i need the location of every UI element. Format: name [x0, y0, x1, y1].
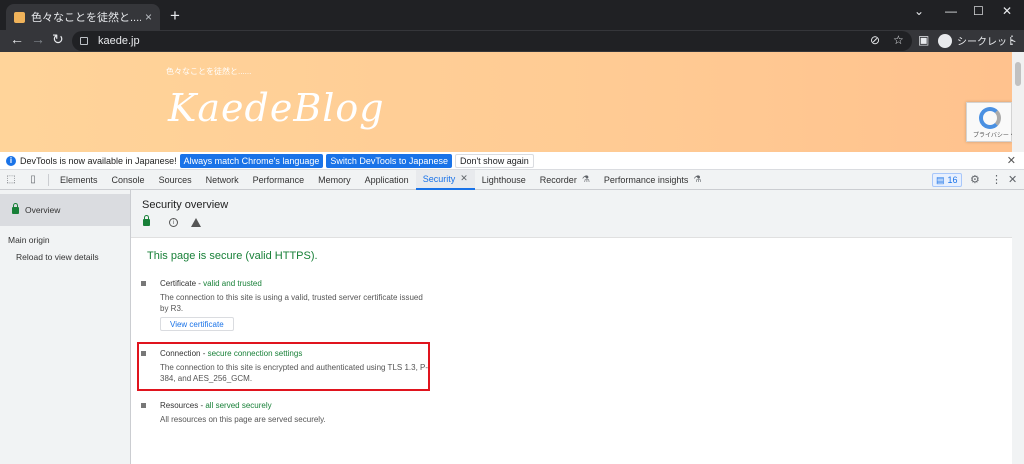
match-language-button[interactable]: Always match Chrome's language — [179, 153, 324, 168]
resources-title: Resources - all served securely — [160, 401, 272, 410]
connection-highlight-box — [137, 342, 430, 391]
window-close-icon[interactable]: ✕ — [1002, 4, 1012, 18]
tab-performance-insights-label: Performance insights — [603, 174, 689, 185]
eye-off-icon[interactable]: ⊘ — [870, 33, 880, 47]
main-origin-heading: Main origin — [8, 235, 50, 245]
sidebar-item-overview[interactable]: Overview — [0, 194, 130, 226]
switch-japanese-button[interactable]: Switch DevTools to Japanese — [326, 153, 452, 168]
device-toolbar-icon[interactable]: ▯ — [22, 170, 44, 190]
dont-show-again-button[interactable]: Don't show again — [454, 153, 534, 168]
site-favicon-icon — [14, 11, 25, 23]
tab-performance-insights[interactable]: Performance insights ⚗ — [597, 170, 709, 190]
url-text: kaede.jp — [98, 35, 140, 47]
reload-to-view-link[interactable]: Reload to view details — [16, 252, 99, 262]
minimize-icon[interactable]: — — [945, 4, 957, 18]
info-icon: i — [169, 218, 178, 227]
site-tagline: 色々なことを徒然と...... — [166, 67, 252, 76]
new-tab-button[interactable]: + — [170, 6, 180, 26]
incognito-icon — [938, 33, 952, 48]
bullet-icon — [141, 281, 146, 286]
scrollbar-thumb[interactable] — [1015, 62, 1021, 86]
page-scrollbar[interactable] — [1012, 52, 1024, 152]
certificate-status: valid and trusted — [203, 279, 262, 288]
reload-icon[interactable]: ↻ — [52, 31, 64, 48]
issues-count: 16 — [947, 175, 958, 185]
tab-memory[interactable]: Memory — [311, 170, 358, 190]
infobar-message: DevTools is now available in Japanese! — [20, 155, 177, 166]
bookmark-star-icon[interactable]: ☆ — [893, 33, 904, 47]
legend-icons: i — [143, 215, 201, 227]
maximize-icon[interactable]: ☐ — [973, 4, 984, 18]
tab-title: 色々なことを徒然と...... - かえでBlog — [31, 12, 141, 24]
recaptcha-icon — [979, 107, 1001, 129]
tab-performance[interactable]: Performance — [246, 170, 312, 190]
tab-recorder-label: Recorder — [539, 174, 577, 185]
page-title: Security overview — [142, 199, 229, 211]
devtools-close-icon[interactable]: ✕ — [1008, 173, 1017, 186]
tab-sources[interactable]: Sources — [152, 170, 199, 190]
side-panel-icon[interactable]: ▣ — [918, 33, 929, 47]
lock-icon — [143, 215, 150, 226]
inspect-element-icon[interactable]: ⬚ — [0, 170, 22, 190]
tab-close-icon[interactable]: × — [145, 10, 152, 24]
secure-status-message: This page is secure (valid HTTPS). — [147, 250, 318, 262]
warning-icon — [191, 218, 201, 227]
devtools-tab-bar: ⬚ ▯ Elements Console Sources Network Per… — [0, 169, 1024, 190]
view-certificate-button[interactable]: View certificate — [160, 317, 234, 331]
browser-toolbar: ← → ↻ kaede.jp ⊘ ☆ ▣ シークレット ⋮ — [0, 30, 1024, 52]
site-logo[interactable]: KaedeBlog — [168, 86, 385, 130]
certificate-title: Certificate - valid and trusted — [160, 279, 262, 288]
tab-network[interactable]: Network — [199, 170, 246, 190]
page-banner: 色々なことを徒然と...... KaedeBlog プライバシー・利用規約 — [0, 52, 1024, 152]
tab-console[interactable]: Console — [105, 170, 152, 190]
tab-security[interactable]: Security ✕ — [415, 169, 475, 190]
tab-close-icon[interactable]: ✕ — [460, 173, 468, 184]
menu-kebab-icon[interactable]: ⋮ — [1006, 33, 1018, 47]
forward-arrow-icon[interactable]: → — [31, 31, 45, 47]
sidebar-item-label: Overview — [25, 205, 61, 215]
security-sidebar: Overview Main origin Reload to view deta… — [0, 190, 131, 464]
back-arrow-icon[interactable]: ← — [10, 31, 24, 47]
infobar-close-icon[interactable]: ✕ — [1007, 154, 1016, 167]
certificate-description: The connection to this site is using a v… — [160, 293, 423, 313]
tab-lighthouse[interactable]: Lighthouse — [475, 170, 533, 190]
security-overview-header: Security overview i — [131, 190, 1012, 238]
devtools-scrollbar[interactable] — [1012, 190, 1024, 464]
lock-icon — [12, 202, 19, 214]
resources-label: Resources - — [160, 401, 206, 410]
lock-icon[interactable] — [80, 37, 88, 45]
resources-status: all served securely — [205, 401, 272, 410]
tab-strip: 色々なことを徒然と...... - かえでBlog × + ⌄ — ☐ ✕ — [0, 0, 1024, 30]
experiment-flask-icon: ⚗ — [693, 174, 702, 184]
tab-recorder[interactable]: Recorder ⚗ — [533, 170, 597, 190]
issues-badge[interactable]: ▤ 16 — [932, 173, 962, 187]
tab-application[interactable]: Application — [358, 170, 416, 190]
address-bar[interactable]: kaede.jp — [72, 31, 912, 51]
security-overview-panel: Security overview i This page is secure … — [131, 190, 1012, 446]
bullet-icon — [141, 403, 146, 408]
toolbar-divider — [48, 173, 49, 186]
chevron-down-icon[interactable]: ⌄ — [914, 4, 924, 18]
devtools-menu-icon[interactable]: ⋮ — [991, 173, 1002, 186]
devtools-language-infobar: i DevTools is now available in Japanese!… — [0, 152, 1024, 170]
tab-elements[interactable]: Elements — [53, 170, 105, 190]
certificate-label: Certificate - — [160, 279, 204, 288]
experiment-flask-icon: ⚗ — [581, 174, 590, 184]
gear-icon[interactable]: ⚙ — [970, 173, 980, 186]
recaptcha-badge[interactable]: プライバシー・利用規約 — [966, 102, 1024, 142]
browser-tab[interactable]: 色々なことを徒然と...... - かえでBlog × — [6, 4, 160, 30]
message-icon: ▤ — [936, 174, 945, 185]
tab-security-label: Security — [422, 173, 456, 184]
info-icon: i — [6, 155, 16, 166]
resources-description: All resources on this page are served se… — [160, 415, 326, 424]
